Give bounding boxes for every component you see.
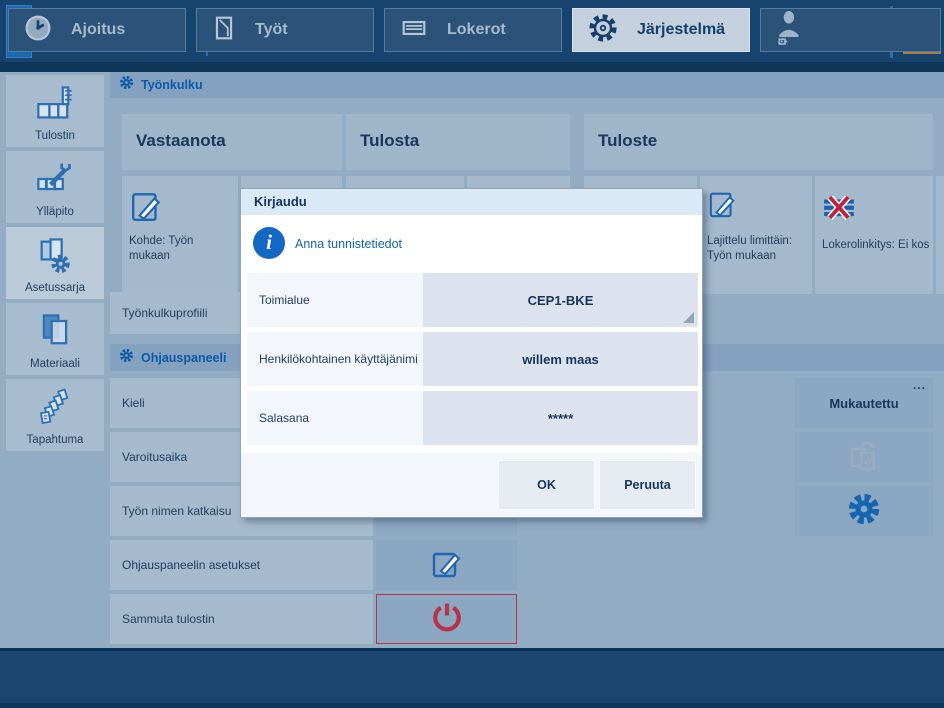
field-label-kayttajanimi: Henkilökohtainen käyttäjänimi xyxy=(247,332,423,386)
tile-label: Kohde: Työn mukaan xyxy=(129,235,194,262)
sidebar-item-tulostin[interactable]: Tulostin xyxy=(6,75,104,147)
dropdown-corner-icon xyxy=(683,312,694,323)
copy-verify-button-disabled[interactable] xyxy=(795,432,933,482)
field-label-toimialue: Toimialue xyxy=(247,273,423,327)
dialog-title: Kirjaudu xyxy=(241,189,702,215)
row-label: Varoitusaika xyxy=(122,450,188,464)
row-label: Sammuta tulostin xyxy=(122,612,215,626)
ok-button[interactable]: OK xyxy=(498,460,595,510)
more-indicator: ... xyxy=(912,378,926,392)
edit-icon xyxy=(708,189,738,224)
tab-jarjestelma[interactable]: Järjestelmä xyxy=(572,8,750,52)
row-label: Kieli xyxy=(122,396,145,410)
dialog-footer: OK Peruuta xyxy=(241,453,702,517)
custom-setting-button[interactable]: ... Mukautettu xyxy=(795,378,933,428)
tile-lokerolinkitys[interactable]: Lokerolinkitys: Ei koskaan xyxy=(815,176,933,294)
sidebar-item-materiaali[interactable]: Materiaali xyxy=(6,303,104,375)
panel-settings-button[interactable] xyxy=(376,540,517,590)
media-icon xyxy=(35,303,75,358)
sidebar-item-label: Materiaali xyxy=(30,358,80,370)
row-label: Työn nimen katkaisu xyxy=(122,504,232,518)
password-value: ***** xyxy=(547,410,574,426)
tile-label: Lokerolinkitys: Ei koskaan xyxy=(822,239,930,251)
cancel-button[interactable]: Peruuta xyxy=(599,460,696,510)
gear-icon xyxy=(847,492,881,531)
sidebar-item-label: Tulostin xyxy=(35,130,75,142)
sidebar-item-label: Ylläpito xyxy=(36,206,74,218)
row-label: Työnkulkuprofiili xyxy=(122,306,208,320)
shutdown-button[interactable] xyxy=(376,594,517,644)
tile-lajittelu[interactable]: Lajittelu limittäin: Työn mukaan xyxy=(700,176,812,294)
domain-value: CEP1-BKE xyxy=(527,292,594,308)
row-sammuta-tulostin: Sammuta tulostin xyxy=(110,594,373,644)
tab-lokerot[interactable]: Lokerot xyxy=(384,8,562,52)
power-icon xyxy=(430,600,464,639)
topbar-divider xyxy=(0,62,944,72)
tab-label: Lokerot xyxy=(447,21,506,38)
settings-set-icon xyxy=(35,227,75,282)
tray-link-off-icon xyxy=(823,194,855,225)
user-key-icon xyxy=(775,10,805,51)
column-header-tulosta: Tulosta xyxy=(346,114,570,170)
tab-tyot[interactable]: Työt xyxy=(196,8,374,52)
tab-label: Järjestelmä xyxy=(637,21,726,38)
username-value: willem maas xyxy=(522,351,599,367)
maintenance-icon xyxy=(35,151,75,206)
printer-icon xyxy=(35,75,75,130)
system-settings-button[interactable] xyxy=(795,486,933,536)
workflow-gear-icon xyxy=(119,75,134,95)
sidebar-item-tapahtuma[interactable]: Tapahtuma xyxy=(6,379,104,451)
tab-label: Ajoitus xyxy=(71,21,126,38)
custom-label: Mukautettu xyxy=(829,395,899,411)
workflow-section-title: Työnkulku xyxy=(141,78,203,92)
login-dialog: Kirjaudu i Anna tunnistetiedot Toimialue… xyxy=(240,188,703,518)
gear-icon xyxy=(587,12,619,49)
tile-clipped xyxy=(936,176,944,294)
clock-icon xyxy=(23,13,53,48)
tab-label: Työt xyxy=(255,21,288,38)
control-panel-section-title: Ohjauspaneeli xyxy=(141,350,227,365)
printer-control-ui: Valmis Tulostin xyxy=(0,0,944,708)
events-icon xyxy=(35,379,75,434)
info-icon: i xyxy=(253,227,285,259)
password-field[interactable]: ***** xyxy=(423,391,698,445)
column-header-tuloste: Tuloste xyxy=(584,114,933,170)
sidebar-item-label: Asetussarja xyxy=(24,282,86,294)
copy-verify-icon xyxy=(847,438,881,477)
column-header-vastaanota: Vastaanota xyxy=(122,114,342,170)
edit-icon xyxy=(431,547,463,584)
dialog-message: Anna tunnistetiedot xyxy=(295,237,403,251)
workflow-section-header: Työnkulku xyxy=(110,72,944,98)
bottom-edge xyxy=(0,703,944,708)
sidebar-item-yllapito[interactable]: Ylläpito xyxy=(6,151,104,223)
bottom-nav-bar xyxy=(0,648,944,703)
control-panel-gear-icon xyxy=(119,348,134,368)
tile-kohde[interactable]: Kohde: Työn mukaan xyxy=(122,176,238,294)
tab-ajoitus[interactable]: Ajoitus xyxy=(8,8,186,52)
username-field[interactable]: willem maas xyxy=(423,332,698,386)
tile-label: Lajittelu limittäin: Työn mukaan xyxy=(707,235,793,262)
document-icon xyxy=(211,14,237,47)
sidebar-item-label: Tapahtuma xyxy=(26,434,84,446)
domain-field[interactable]: CEP1-BKE xyxy=(423,273,698,327)
row-ohjauspaneelin-asetukset: Ohjauspaneelin asetukset xyxy=(110,540,373,590)
sidebar-item-asetussarja[interactable]: Asetussarja xyxy=(6,227,104,299)
field-label-salasana: Salasana xyxy=(247,391,423,445)
login-user-button[interactable] xyxy=(760,8,941,52)
row-label: Ohjauspaneelin asetukset xyxy=(122,558,261,572)
trays-icon xyxy=(399,15,429,46)
edit-icon xyxy=(130,189,164,228)
